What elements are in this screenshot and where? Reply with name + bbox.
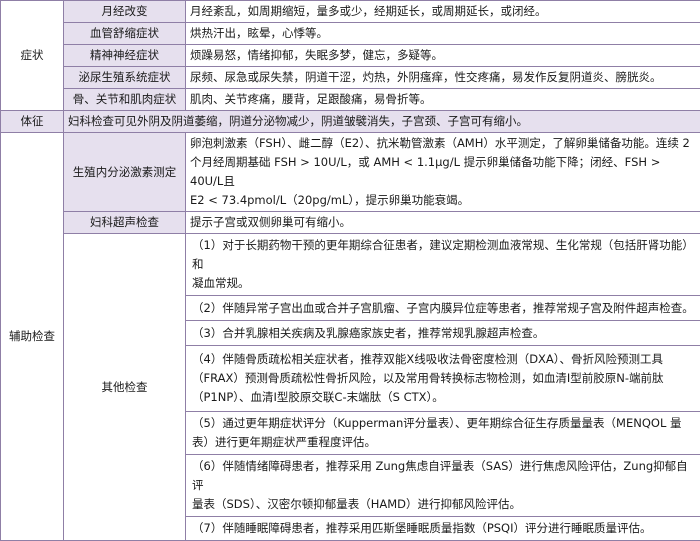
other-item: （1）对于长期药物干预的更年期综合征患者，建议定期检测血液常规、生化常规（包括肝… — [186, 234, 700, 296]
text-line: （2）伴随异常子宫出血或合并子宫肌瘤、子宫内膜异位症等患者，推荐常规子宫及附件超… — [192, 299, 694, 318]
symptom-desc: 肌肉、关节疼痛，腰背，足跟酸痛，易骨折等。 — [186, 89, 700, 111]
exam-name-ultrasound: 妇科超声检查 — [64, 212, 186, 234]
symptom-desc: 烦躁易怒，情绪抑郁，失眠多梦，健忘，多疑等。 — [186, 45, 700, 67]
other-item: （4）伴随骨质疏松相关症状者，推荐双能X线吸收法骨密度检测（DXA）、骨折风险预… — [186, 346, 700, 412]
other-item: （7）伴随睡眠障碍患者，推荐采用匹斯堡睡眠质量指数（PSQI）评分进行睡眠质量评… — [186, 517, 700, 541]
text-line: 卵泡刺激素（FSH）、雌二醇（E2）、抗米勒管激素（AMH）水平测定，了解卵巢储… — [190, 134, 696, 153]
text-line: （FRAX）预测骨质疏松性骨折风险，以及常用骨转换标志物检测，如血清Ⅰ型前胶原N… — [192, 369, 694, 388]
other-item: （3）合并乳腺相关疾病及乳腺癌家族史者，推荐常规乳腺超声检查。 — [186, 321, 700, 346]
text-line: （P1NP）、血清Ⅰ型胶原交联C-末端肽（S CTX）。 — [192, 388, 694, 407]
other-item: （5）通过更年期症状评分（Kupperman评分量表）、更年期综合征生存质量量表… — [186, 412, 700, 455]
text-line: （4）伴随骨质疏松相关症状者，推荐双能X线吸收法骨密度检测（DXA）、骨折风险预… — [192, 350, 694, 369]
text-line: （7）伴随睡眠障碍患者，推荐采用匹斯堡睡眠质量指数（PSQI）评分进行睡眠质量评… — [192, 519, 694, 538]
text-line: 量表（SDS）、汉密尔顿抑郁量表（HAMD）进行抑郁风险评估。 — [192, 495, 694, 514]
category-symptoms: 症状 — [1, 1, 64, 111]
text-line: 凝血常规。 — [192, 274, 694, 293]
category-aux: 辅助检查 — [1, 133, 64, 541]
text-line: （3）合并乳腺相关疾病及乳腺癌家族史者，推荐常规乳腺超声检查。 — [192, 324, 694, 343]
exam-name-other: 其他检查 — [64, 234, 186, 541]
exam-desc-endocrine: 卵泡刺激素（FSH）、雌二醇（E2）、抗米勒管激素（AMH）水平测定，了解卵巢储… — [186, 133, 700, 212]
other-item: （6）伴随情绪障碍患者，推荐采用 Zung焦虑自评量表（SAS）进行焦虑风险评估… — [186, 455, 700, 517]
symptom-name: 血管舒缩症状 — [64, 23, 186, 45]
symptom-name: 精神神经症状 — [64, 45, 186, 67]
text-line: （6）伴随情绪障碍患者，推荐采用 Zung焦虑自评量表（SAS）进行焦虑风险评估… — [192, 457, 694, 495]
text-line: （5）通过更年期症状评分（Kupperman评分量表）、更年期综合征生存质量量表… — [192, 414, 694, 433]
exam-other-list: （1）对于长期药物干预的更年期综合征患者，建议定期检测血液常规、生化常规（包括肝… — [186, 234, 700, 541]
symptom-desc: 尿频、尿急或尿失禁，阴道干涩，灼热，外阴瘙痒，性交疼痛，易发作反复阴道炎、膀胱炎… — [186, 67, 700, 89]
diagnosis-table: 症状 月经改变 月经紊乱，如周期缩短，量多或少，经期延长，或周期延长，或闭经。 … — [0, 0, 700, 541]
symptom-name: 泌尿生殖系统症状 — [64, 67, 186, 89]
symptom-desc: 烘热汗出，眩晕，心悸等。 — [186, 23, 700, 45]
text-line: 表）进行更年期症状严重程度评估。 — [192, 433, 694, 452]
exam-name-endocrine: 生殖内分泌激素测定 — [64, 133, 186, 212]
exam-desc-ultrasound: 提示子宫或双侧卵巢可有缩小。 — [186, 212, 700, 234]
other-item: （2）伴随异常子宫出血或合并子宫肌瘤、子宫内膜异位症等患者，推荐常规子宫及附件超… — [186, 296, 700, 321]
signs-desc: 妇科检查可见外阴及阴道萎缩，阴道分泌物减少，阴道皱襞消失，子宫颈、子宫可有缩小。 — [64, 111, 700, 133]
symptom-name: 骨、关节和肌肉症状 — [64, 89, 186, 111]
text-line: 个月经周期基础 FSH > 10U/L，或 AMH < 1.1μg/L 提示卵巢… — [190, 153, 696, 191]
text-line: （1）对于长期药物干预的更年期综合征患者，建议定期检测血液常规、生化常规（包括肝… — [192, 236, 694, 274]
symptom-name: 月经改变 — [64, 1, 186, 23]
text-line: E2 < 73.4pmol/L（20pg/mL），提示卵巢功能衰竭。 — [190, 191, 696, 210]
symptom-desc: 月经紊乱，如周期缩短，量多或少，经期延长，或周期延长，或闭经。 — [186, 1, 700, 23]
category-signs: 体征 — [1, 111, 64, 133]
